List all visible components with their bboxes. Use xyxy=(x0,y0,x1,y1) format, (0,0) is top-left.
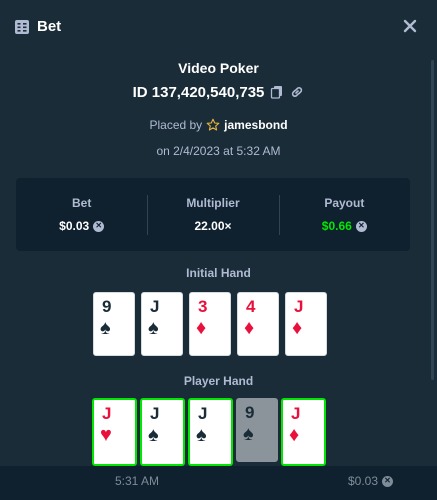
bet-stats-panel: Bet $0.03 ✕ Multiplier 22.00× Payout $0.… xyxy=(16,178,410,251)
bet-value: $0.03 xyxy=(59,219,90,233)
card-rank: 4 xyxy=(246,297,256,316)
bet-modal: Bet Video Poker ID 137,420,540,735 Place… xyxy=(0,0,437,500)
currency-icon: ✕ xyxy=(355,220,367,232)
username-link[interactable]: jamesbond xyxy=(224,118,287,132)
card-suit-icon: ♦ xyxy=(196,317,207,339)
star-icon xyxy=(206,118,220,131)
copy-icon[interactable] xyxy=(270,85,284,99)
card-rank: J xyxy=(294,297,304,316)
payout-value: $0.66 xyxy=(321,219,352,233)
modal-header: Bet xyxy=(0,0,437,56)
initial-hand-label: Initial Hand xyxy=(186,266,251,280)
payout-stat: Payout $0.66 ✕ xyxy=(278,178,410,251)
bet-date: on 2/4/2023 at 5:32 AM xyxy=(156,144,281,158)
currency-icon: ✕ xyxy=(382,475,394,487)
bet-label: Bet xyxy=(71,196,92,210)
bet-value-row: $0.03 ✕ xyxy=(59,219,105,233)
payout-value-row: $0.66 ✕ xyxy=(322,219,367,233)
placed-by-label: Placed by xyxy=(149,118,203,132)
player-hand: J ♥ J ♠ J ♠ 9 ♠ J ♦ xyxy=(92,398,326,466)
scrollbar[interactable] xyxy=(431,60,434,380)
card-suit-icon: ♦ xyxy=(244,317,255,339)
card-suit-icon: ♠ xyxy=(243,423,254,445)
initial-hand-card: 9 ♠ xyxy=(93,292,135,356)
game-name: Video Poker xyxy=(178,60,259,76)
player-hand-card: J ♠ xyxy=(188,398,233,466)
multiplier-stat: Multiplier 22.00× xyxy=(147,178,278,251)
player-hand-card: J ♦ xyxy=(281,398,326,466)
card-suit-icon: ♠ xyxy=(100,317,111,339)
initial-hand: 9 ♠ J ♠ 3 ♦ 4 ♦ J ♦ xyxy=(93,292,327,356)
multiplier-value: 22.00× xyxy=(194,219,232,233)
history-amount: $0.03 xyxy=(348,474,379,488)
card-rank: J xyxy=(291,404,301,423)
initial-hand-card: J ♠ xyxy=(141,292,183,356)
card-rank: J xyxy=(150,404,160,423)
close-icon[interactable] xyxy=(400,16,420,36)
card-rank: J xyxy=(150,297,160,316)
bet-history-row[interactable]: 5:31 AM $0.03 ✕ xyxy=(0,466,437,500)
bet-list-icon xyxy=(15,20,29,34)
card-suit-icon: ♠ xyxy=(148,424,159,446)
bet-stat: Bet $0.03 ✕ xyxy=(16,178,147,251)
modal-title: Bet xyxy=(37,18,62,35)
card-rank: 9 xyxy=(245,403,255,422)
card-suit-icon: ♠ xyxy=(196,424,207,446)
initial-hand-card: 4 ♦ xyxy=(237,292,279,356)
history-amount-row: $0.03 ✕ xyxy=(348,474,394,488)
bet-id-row: ID 137,420,540,735 xyxy=(0,82,437,102)
card-rank: 3 xyxy=(198,297,208,316)
card-suit-icon: ♥ xyxy=(100,424,112,446)
player-hand-card: 9 ♠ xyxy=(236,398,278,462)
card-rank: J xyxy=(198,404,208,423)
card-suit-icon: ♦ xyxy=(289,424,300,446)
initial-hand-card: J ♦ xyxy=(285,292,327,356)
card-rank: J xyxy=(102,404,112,423)
player-hand-card: J ♠ xyxy=(140,398,185,466)
card-suit-icon: ♠ xyxy=(148,317,159,339)
bet-id: ID 137,420,540,735 xyxy=(132,83,265,101)
player-hand-label: Player Hand xyxy=(183,374,254,388)
initial-hand-card: 3 ♦ xyxy=(189,292,231,356)
history-time: 5:31 AM xyxy=(115,474,160,488)
player-hand-card: J ♥ xyxy=(92,398,137,466)
placed-by: Placed by jamesbond xyxy=(0,118,437,132)
payout-label: Payout xyxy=(324,196,365,210)
card-suit-icon: ♦ xyxy=(292,317,303,339)
link-icon[interactable] xyxy=(290,85,304,99)
multiplier-label: Multiplier xyxy=(186,196,240,210)
card-rank: 9 xyxy=(102,297,112,316)
currency-icon: ✕ xyxy=(93,220,105,232)
